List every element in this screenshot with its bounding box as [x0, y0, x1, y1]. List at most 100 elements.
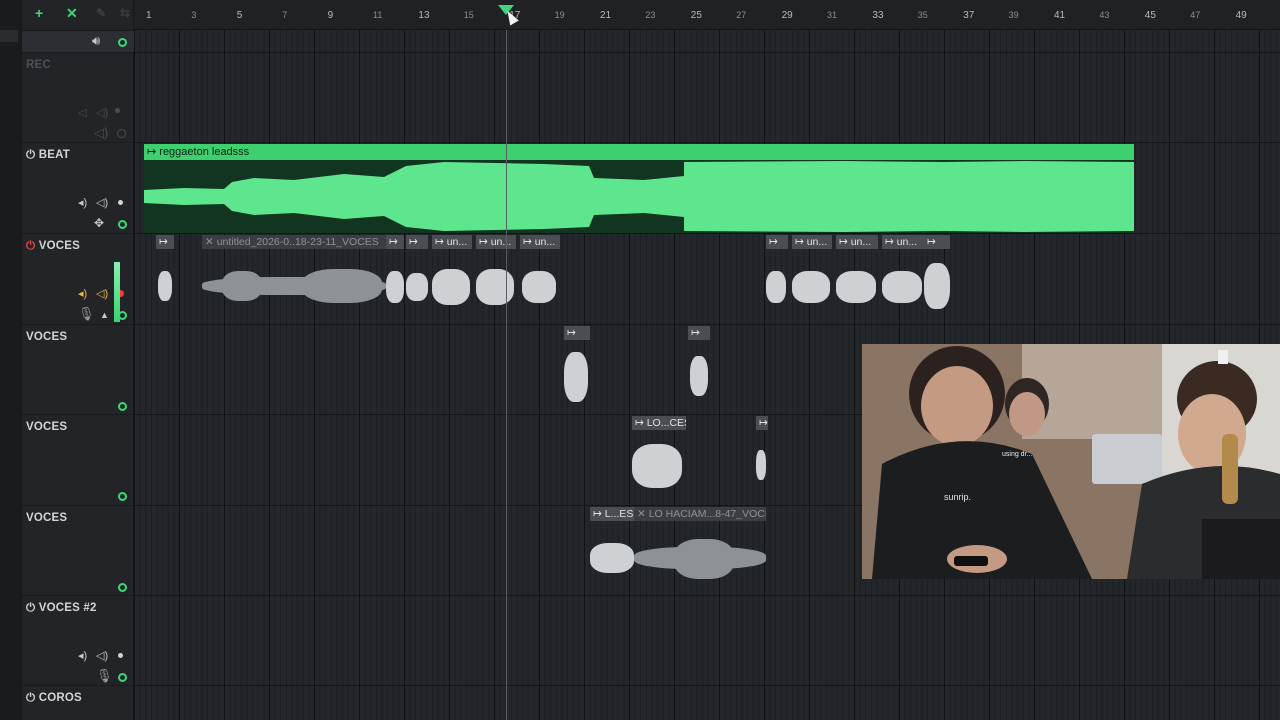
ruler-tick-label: 13 — [418, 10, 430, 21]
ruler-tick-label: 35 — [917, 10, 928, 20]
add-track-icon[interactable]: + — [35, 4, 43, 22]
ruler-tick-label: 9 — [327, 10, 334, 21]
track-enable-toggle[interactable] — [118, 220, 127, 229]
ruler-tick-label: 3 — [191, 10, 197, 20]
header-toolbar: + ✕ ✎ ⇆ — [22, 0, 134, 30]
waveform — [590, 521, 634, 595]
track-name: VOCES — [26, 512, 68, 524]
record-arm-toggle[interactable] — [118, 200, 123, 205]
vocal-clip[interactable]: ↦ — [386, 235, 404, 323]
vocal-clip[interactable]: ↦ — [756, 416, 768, 504]
monitor-icon[interactable]: 🔊︎ — [92, 34, 100, 47]
ruler-tick-label: 43 — [1099, 10, 1110, 20]
move-icon[interactable]: ✥ — [94, 217, 104, 229]
split-icon[interactable]: ⇆ — [120, 4, 130, 22]
ruler-tick-label: 7 — [282, 10, 288, 20]
ruler-tick-label: 47 — [1190, 10, 1201, 20]
ruler-tick-label: 23 — [645, 10, 656, 20]
clip-header: ↦ LO...CES — [632, 416, 686, 430]
vocal-clip-lo-haciam[interactable]: ✕ LO HACIAM...8-47_VOCES — [634, 507, 766, 595]
track-enable-toggle[interactable] — [118, 492, 127, 501]
pencil-icon[interactable]: ✎ — [96, 4, 106, 22]
ruler-tick-label: 31 — [827, 10, 838, 20]
track-name-label: VOCES — [38, 240, 80, 252]
record-arm-toggle[interactable] — [118, 653, 123, 658]
track-enable-toggle[interactable] — [118, 673, 127, 682]
vocal-clip[interactable]: ↦ un... — [792, 235, 832, 323]
vocal-clip[interactable]: ↦ un... — [476, 235, 516, 323]
ruler-tick-label: 5 — [236, 10, 243, 21]
ruler-tick-label: 49 — [1235, 10, 1247, 21]
waveform — [406, 249, 428, 323]
beat-clip[interactable]: ↦ reggaeton leadsss — [144, 144, 1134, 233]
vocal-clip[interactable]: ↦ — [564, 326, 590, 414]
clip-header: ↦ un... — [432, 235, 472, 249]
track-header-panel: + ✕ ✎ ⇆ 🔊︎ REC ◁ ◁) ◁) ⏻ BEAT ◂) ◁) ✥ ⏻ … — [22, 0, 134, 720]
track-header-voces-2b: ⏻ VOCES #2 ◂) ◁) 🎙︎ — [22, 595, 134, 685]
waveform — [564, 340, 590, 414]
vocal-clip[interactable]: ↦ — [156, 235, 174, 323]
vocal-clip[interactable]: ↦ — [766, 235, 788, 323]
waveform — [688, 340, 710, 414]
monitor-icon[interactable]: ◁) — [94, 126, 108, 139]
speaker-icon[interactable]: ◁) — [96, 197, 108, 209]
volume-icon[interactable]: ◂) — [78, 197, 87, 209]
track-header-voces-2: VOCES — [22, 324, 134, 414]
vocal-clip[interactable]: ↦ — [406, 235, 428, 323]
vocal-clip[interactable]: ↦ — [924, 235, 950, 323]
record-arm-toggle[interactable] — [115, 108, 120, 113]
speaker-icon[interactable]: ◁) — [96, 288, 108, 300]
clip-header: ↦ un... — [520, 235, 560, 249]
ruler-tick-label: 37 — [963, 10, 975, 21]
vocal-clip[interactable]: ↦ un... — [882, 235, 924, 323]
volume-icon[interactable]: ◂) — [78, 288, 87, 300]
chevron-up-icon[interactable]: ▲ — [100, 309, 109, 321]
track-enable-toggle[interactable] — [118, 583, 127, 592]
track-name: ⏻ VOCES #2 — [26, 602, 97, 614]
clip-header: ↦ un... — [836, 235, 878, 249]
webcam-overlay: sunrip. using dr... — [862, 344, 1280, 579]
clip-name: un... — [446, 236, 468, 248]
ruler-tick-label: 39 — [1008, 10, 1019, 20]
close-icon[interactable]: ✕ — [66, 4, 78, 22]
track-enable-toggle[interactable] — [118, 402, 127, 411]
clip-header: ↦ — [386, 235, 404, 249]
track-enable-toggle[interactable] — [118, 38, 127, 47]
clip-header: ↦ — [756, 416, 768, 430]
track-name: REC — [26, 59, 51, 71]
speaker-icon[interactable]: ◁) — [96, 107, 108, 119]
track-name: ⏻ COROS — [26, 692, 82, 704]
vocal-clip[interactable]: ↦ un... — [432, 235, 472, 323]
track-enable-toggle[interactable] — [117, 129, 126, 138]
clip-header: ↦ — [564, 326, 590, 340]
track-name-label: VOCES #2 — [38, 602, 97, 614]
clip-header: ↦ — [156, 235, 174, 249]
clip-name: untitled_2026-0..18-23-11_VOCES — [216, 236, 379, 248]
vocal-clip[interactable]: ↦ un... — [520, 235, 560, 323]
clip-header: ↦ un... — [882, 235, 924, 249]
ruler-tick-label: 41 — [1054, 10, 1066, 21]
laptop-screen-text: using dr... — [1002, 451, 1032, 458]
clip-name: un... — [490, 236, 512, 248]
clip-name: LO...CES — [646, 417, 686, 429]
microphone-icon[interactable]: 🎙︎ — [96, 669, 113, 682]
input-level-meter — [114, 262, 120, 322]
vocal-clip-l-es[interactable]: ↦ L...ES — [590, 507, 634, 595]
speaker-icon[interactable]: ◁) — [96, 650, 108, 662]
clip-header: ✕ LO HACIAM...8-47_VOCES — [634, 507, 766, 521]
track-name: ⏻ BEAT — [26, 149, 70, 161]
waveform — [632, 430, 686, 504]
vocal-clip[interactable]: ↦ un... — [836, 235, 878, 323]
track-name-label: BEAT — [38, 149, 70, 161]
microphone-icon[interactable]: 🎙︎ — [78, 307, 95, 320]
vocal-clip-untitled[interactable]: ✕ untitled_2026-0..18-23-11_VOCES — [202, 235, 386, 323]
volume-icon[interactable]: ◁ — [78, 107, 86, 119]
vocal-clip-lo-ces[interactable]: ↦ LO...CES — [632, 416, 686, 504]
clip-header: ↦ un... — [792, 235, 832, 249]
volume-icon[interactable]: ◂) — [78, 650, 87, 662]
clip-name: L...ES — [604, 508, 634, 520]
beat-waveform — [144, 160, 1134, 233]
clip-header: ↦ un... — [476, 235, 516, 249]
timeline-ruler[interactable]: 1 3 5 7 9 11 13 15 17 19 21 23 25 27 29 31 33 35 37 39 41 43 4… — [134, 0, 1280, 30]
vocal-clip[interactable]: ↦ — [688, 326, 710, 414]
